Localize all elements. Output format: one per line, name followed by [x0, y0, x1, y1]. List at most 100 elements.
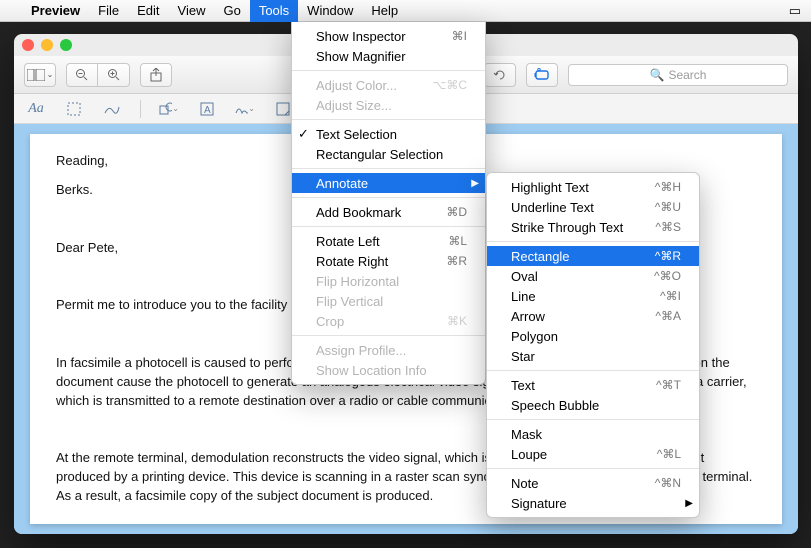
menu-item-label: Flip Vertical [316, 294, 383, 309]
menu-item-label: Flip Horizontal [316, 274, 399, 289]
shortcut: ^⌘N [625, 476, 681, 490]
sign-button[interactable]: ⌄ [235, 100, 255, 118]
annotate-item-polygon[interactable]: Polygon [487, 326, 699, 346]
tools-item-adjust-size-: Adjust Size... [292, 95, 485, 115]
zoom-in-button[interactable] [98, 63, 130, 87]
menu-item-label: Add Bookmark [316, 205, 401, 220]
menu-window[interactable]: Window [298, 0, 362, 22]
menu-item-label: Mask [511, 427, 542, 442]
shortcut: ^⌘L [627, 447, 681, 461]
menu-help[interactable]: Help [362, 0, 407, 22]
annotate-item-rectangle[interactable]: Rectangle ^⌘R [487, 246, 699, 266]
sketch-tool-button[interactable] [102, 100, 122, 118]
shortcut: ^⌘O [624, 269, 681, 283]
tools-item-rotate-left[interactable]: Rotate Left ⌘L [292, 231, 485, 251]
annotate-item-strike-through-text[interactable]: Strike Through Text^⌘S [487, 217, 699, 237]
tools-item-annotate[interactable]: Annotate ▶ [292, 173, 485, 193]
annotate-item-highlight-text[interactable]: Highlight Text ^⌘H [487, 177, 699, 197]
note-button[interactable] [273, 100, 293, 118]
annotate-submenu: Highlight Text^⌘HUnderline Text^⌘UStrike… [486, 172, 700, 518]
annotate-item-arrow[interactable]: Arrow ^⌘A [487, 306, 699, 326]
menu-item-label: Show Magnifier [316, 49, 406, 64]
menu-item-label: Text Selection [316, 127, 397, 142]
tools-item-show-inspector[interactable]: Show Inspector ⌘I [292, 26, 485, 46]
annotate-item-underline-text[interactable]: Underline Text ^⌘U [487, 197, 699, 217]
menu-item-label: Crop [316, 314, 344, 329]
tools-item-flip-vertical: Flip Vertical [292, 291, 485, 311]
svg-text:A: A [204, 105, 211, 116]
menu-item-label: Star [511, 349, 535, 364]
menu-tools[interactable]: Tools [250, 0, 298, 22]
shortcut: ⌘I [422, 29, 467, 43]
shortcut: ⌘D [416, 205, 467, 219]
rotate-button[interactable] [484, 63, 516, 87]
tray-icon[interactable]: ▭ [789, 3, 801, 19]
menu-item-label: Speech Bubble [511, 398, 599, 413]
annotate-item-loupe[interactable]: Loupe ^⌘L [487, 444, 699, 464]
select-tool-button[interactable] [64, 100, 84, 118]
tools-item-assign-profile-: Assign Profile... [292, 340, 485, 360]
text-style-button[interactable]: Aa [26, 100, 46, 118]
shortcut: ⌘L [418, 234, 467, 248]
window-zoom-button[interactable] [60, 39, 72, 51]
menu-item-label: Rotate Left [316, 234, 380, 249]
shortcut: ^⌘U [625, 200, 681, 214]
menu-item-label: Signature [511, 496, 567, 511]
menu-go[interactable]: Go [214, 0, 249, 22]
view-mode-button[interactable]: ⌄ [24, 63, 56, 87]
menu-item-label: Assign Profile... [316, 343, 406, 358]
markup-button[interactable] [526, 63, 558, 87]
annotate-item-text[interactable]: Text^⌘T [487, 375, 699, 395]
search-field[interactable]: 🔍 Search [568, 64, 788, 86]
shortcut: ^⌘S [625, 220, 681, 234]
menu-item-label: Strike Through Text [511, 220, 623, 235]
tools-menu: Show Inspector ⌘I Show Magnifier Adjust Col… [291, 22, 486, 385]
tools-item-adjust-color-: Adjust Color...⌥⌘C [292, 75, 485, 95]
shortcut: ⌘R [416, 254, 467, 268]
share-button[interactable] [140, 63, 172, 87]
menu-item-label: Loupe [511, 447, 547, 462]
menu-item-label: Rotate Right [316, 254, 388, 269]
submenu-arrow-icon: ▶ [471, 178, 479, 189]
shortcut: ⌥⌘C [403, 78, 468, 92]
shapes-button[interactable]: ⌄ [159, 100, 179, 118]
menu-item-label: Oval [511, 269, 538, 284]
shortcut: ^⌘H [625, 180, 681, 194]
menu-item-label: Show Inspector [316, 29, 406, 44]
tools-item-rectangular-selection[interactable]: Rectangular Selection [292, 144, 485, 164]
menu-edit[interactable]: Edit [128, 0, 168, 22]
annotate-item-line[interactable]: Line^⌘I [487, 286, 699, 306]
shortcut: ^⌘T [626, 378, 681, 392]
tools-item-show-magnifier[interactable]: Show Magnifier [292, 46, 485, 66]
annotate-item-signature[interactable]: Signature▶ [487, 493, 699, 513]
menu-item-label: Rectangular Selection [316, 147, 443, 162]
annotate-item-speech-bubble[interactable]: Speech Bubble [487, 395, 699, 415]
annotate-item-oval[interactable]: Oval ^⌘O [487, 266, 699, 286]
tools-item-add-bookmark[interactable]: Add Bookmark ⌘D [292, 202, 485, 222]
annotate-item-mask[interactable]: Mask [487, 424, 699, 444]
tools-item-crop: Crop ⌘K [292, 311, 485, 331]
menu-item-label: Annotate [316, 176, 368, 191]
menu-item-label: Underline Text [511, 200, 594, 215]
zoom-out-button[interactable] [66, 63, 98, 87]
shortcut: ⌘K [417, 314, 467, 328]
annotate-item-note[interactable]: Note^⌘N [487, 473, 699, 493]
menu-item-label: Adjust Size... [316, 98, 392, 113]
menu-item-label: Highlight Text [511, 180, 589, 195]
window-minimize-button[interactable] [41, 39, 53, 51]
text-tool-button[interactable]: A [197, 100, 217, 118]
menu-file[interactable]: File [89, 0, 128, 22]
tools-item-show-location-info: Show Location Info [292, 360, 485, 380]
shortcut: ^⌘R [625, 249, 681, 263]
menu-item-label: Arrow [511, 309, 545, 324]
app-menu[interactable]: Preview [22, 0, 89, 22]
window-close-button[interactable] [22, 39, 34, 51]
tools-item-text-selection[interactable]: ✓ Text Selection [292, 124, 485, 144]
annotate-item-star[interactable]: Star [487, 346, 699, 366]
tools-item-rotate-right[interactable]: Rotate Right ⌘R [292, 251, 485, 271]
check-icon: ✓ [298, 126, 309, 142]
menu-view[interactable]: View [169, 0, 215, 22]
tools-item-flip-horizontal: Flip Horizontal [292, 271, 485, 291]
menu-item-label: Rectangle [511, 249, 570, 264]
shortcut: ^⌘A [625, 309, 681, 323]
